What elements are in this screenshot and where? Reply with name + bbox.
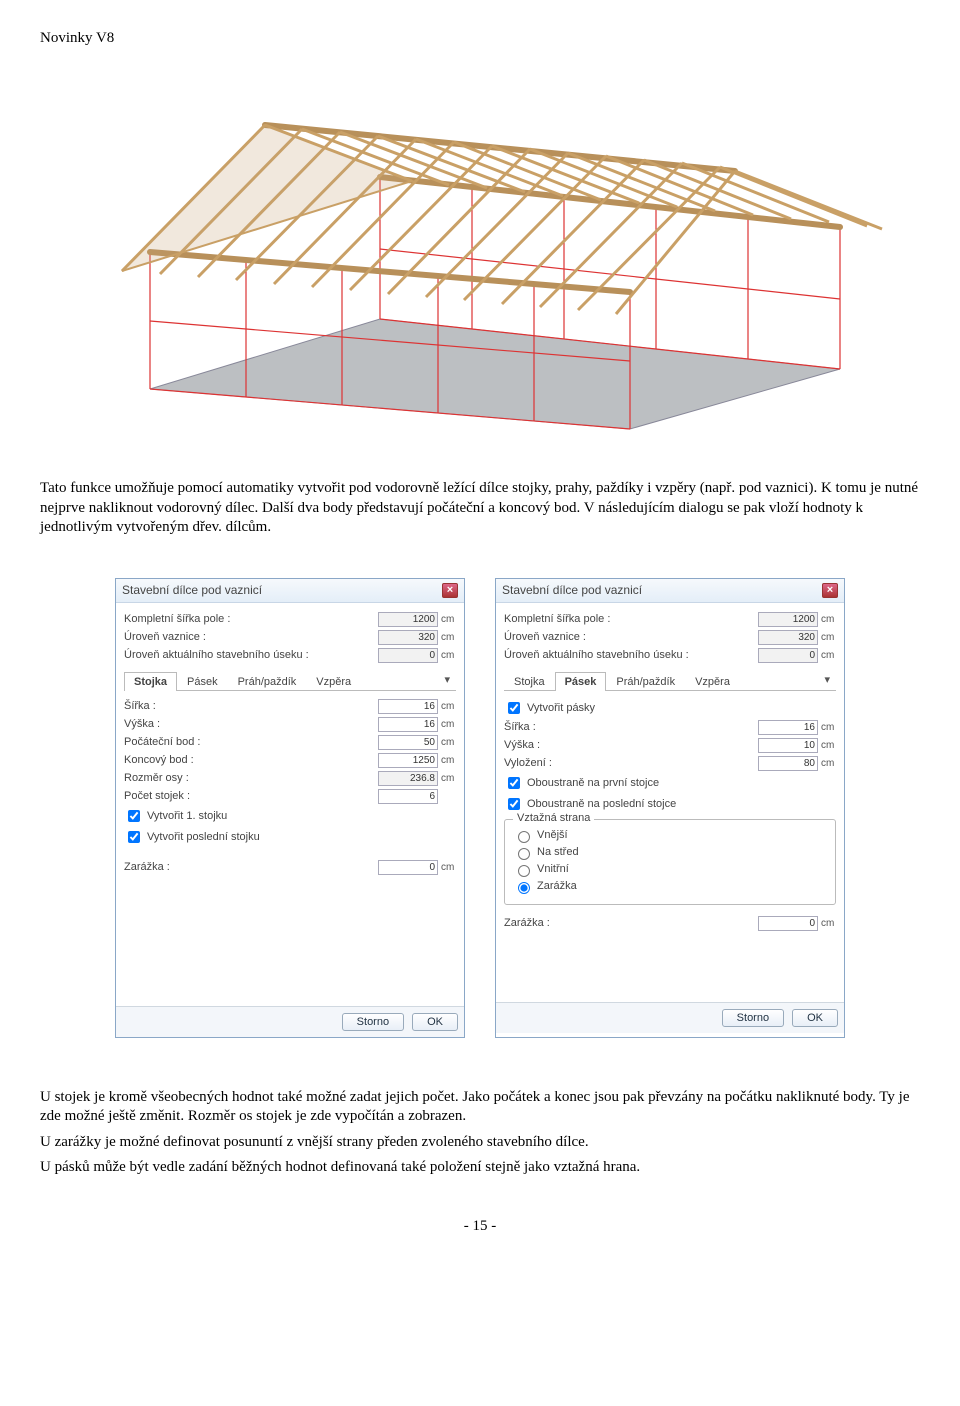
paragraph-1: Tato funkce umožňuje pomocí automatiky v… (40, 479, 920, 538)
tab-stojka[interactable]: Stojka (124, 672, 177, 691)
dialog-title: Stavební dílce pod vaznicí (122, 583, 262, 597)
illustration-3d-roof (40, 59, 920, 449)
checkbox-prvni-stojku[interactable] (128, 810, 140, 822)
input-pocatecni-bod[interactable]: 50 (378, 735, 438, 750)
checkbox-oboustrane-prvni[interactable] (508, 777, 520, 789)
tab-expand-icon[interactable]: ▾ (438, 671, 456, 690)
checkbox-oboustrane-posledni[interactable] (508, 798, 520, 810)
page-header: Novinky V8 (40, 30, 920, 47)
field-uroven-useku: 0 (378, 648, 438, 663)
radio-vnejsi[interactable] (518, 831, 530, 843)
dialog-title: Stavební dílce pod vaznicí (502, 583, 642, 597)
close-icon[interactable]: × (822, 583, 838, 598)
field-komplet-sirka: 1200 (378, 612, 438, 627)
dialog-pasek: Stavební dílce pod vaznicí × Kompletní š… (495, 578, 845, 1038)
group-vztazna-strana: Vztažná strana Vnější Na střed Vnitřní Z… (504, 819, 836, 905)
tab-expand-icon[interactable]: ▾ (818, 671, 836, 690)
checkbox-vytvorit-pasky[interactable] (508, 702, 520, 714)
radio-vnitrni[interactable] (518, 865, 530, 877)
close-icon[interactable]: × (442, 583, 458, 598)
tab-prah[interactable]: Práh/paždík (228, 672, 307, 691)
dialog-stojka: Stavební dílce pod vaznicí × Kompletní š… (115, 578, 465, 1038)
tab-pasek[interactable]: Pásek (555, 672, 607, 691)
tab-vzpera[interactable]: Vzpěra (685, 672, 740, 691)
cancel-button[interactable]: Storno (342, 1013, 404, 1031)
input-vylozeni[interactable]: 80 (758, 756, 818, 771)
tabs: Stojka Pásek Práh/paždík Vzpěra ▾ (504, 671, 836, 691)
input-sirka[interactable]: 16 (378, 699, 438, 714)
ok-button[interactable]: OK (412, 1013, 458, 1031)
input-sirka[interactable]: 16 (758, 720, 818, 735)
input-zarazka[interactable]: 0 (378, 860, 438, 875)
input-koncovy-bod[interactable]: 1250 (378, 753, 438, 768)
tab-vzpera[interactable]: Vzpěra (306, 672, 361, 691)
field-uroven-vaznice: 320 (378, 630, 438, 645)
paragraph-3: U zarážky je možné definovat posununtí z… (40, 1133, 920, 1153)
input-vyska[interactable]: 10 (758, 738, 818, 753)
page-number: - 15 - (40, 1218, 920, 1235)
paragraph-2: U stojek je kromě všeobecných hodnot tak… (40, 1088, 920, 1127)
radio-zarazka[interactable] (518, 882, 530, 894)
tab-prah[interactable]: Práh/paždík (606, 672, 685, 691)
cancel-button[interactable]: Storno (722, 1009, 784, 1027)
tabs: Stojka Pásek Práh/paždík Vzpěra ▾ (124, 671, 456, 691)
input-rozmer-osy: 236.8 (378, 771, 438, 786)
field-label: Úroveň aktuálního stavebního úseku : (124, 649, 378, 661)
checkbox-posledni-stojku[interactable] (128, 831, 140, 843)
paragraph-4: U pásků může být vedle zadání běžných ho… (40, 1158, 920, 1178)
radio-na-stred[interactable] (518, 848, 530, 860)
input-vyska[interactable]: 16 (378, 717, 438, 732)
input-zarazka[interactable]: 0 (758, 916, 818, 931)
tab-pasek[interactable]: Pásek (177, 672, 228, 691)
field-label: Kompletní šířka pole : (124, 613, 378, 625)
ok-button[interactable]: OK (792, 1009, 838, 1027)
field-label: Úroveň vaznice : (124, 631, 378, 643)
input-pocet-stojek[interactable]: 6 (378, 789, 438, 804)
tab-stojka[interactable]: Stojka (504, 672, 555, 691)
